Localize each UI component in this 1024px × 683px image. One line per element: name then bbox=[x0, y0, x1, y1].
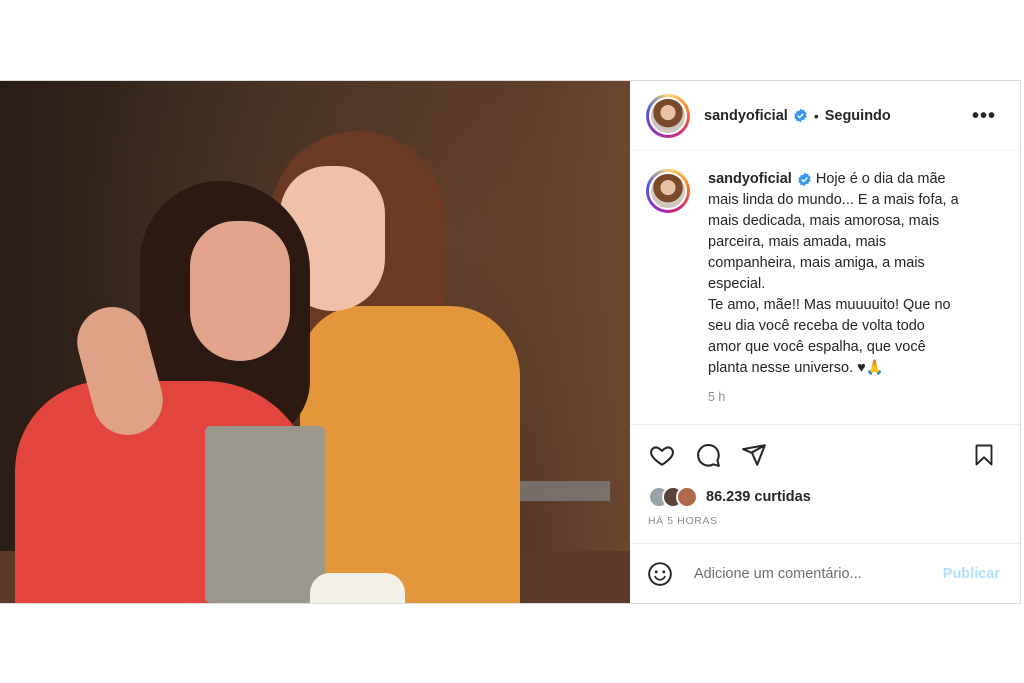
comment-input[interactable] bbox=[692, 564, 943, 583]
liker-avatar[interactable] bbox=[676, 486, 698, 508]
gift-bag bbox=[205, 426, 325, 603]
comment-bar: Publicar bbox=[630, 543, 1020, 603]
post-age: HÁ 5 HORAS bbox=[648, 515, 718, 527]
likes-count[interactable]: 86.239 curtidas bbox=[706, 489, 811, 505]
caption-avatar[interactable] bbox=[649, 172, 687, 210]
share-icon[interactable] bbox=[740, 441, 768, 469]
caption-line: mais dedicada, mais amorosa, mais bbox=[708, 213, 940, 229]
caption-line: especial. bbox=[708, 276, 766, 292]
verified-badge-icon bbox=[793, 108, 808, 123]
caption-line: planta nesse universo. ♥🙏 bbox=[708, 360, 884, 376]
caption-username[interactable]: sandyoficial bbox=[708, 171, 792, 187]
caption-line: mais linda do mundo... E a mais fofa, a bbox=[708, 192, 959, 208]
caption-line: companheira, mais amiga, a mais bbox=[708, 255, 925, 271]
header-separator: • bbox=[813, 107, 819, 124]
more-options-icon[interactable]: ••• bbox=[972, 106, 1004, 126]
heart-icon[interactable] bbox=[648, 441, 676, 469]
post-sidebar: sandyoficial • Seguindo ••• sandyoficial… bbox=[630, 81, 1020, 603]
post-header: sandyoficial • Seguindo ••• bbox=[630, 81, 1020, 151]
caption-line: Te amo, mãe!! Mas muuuuito! Que no bbox=[708, 297, 951, 313]
person-left-face bbox=[190, 221, 290, 361]
caption-area: sandyoficial Hoje é o dia da mãe mais li… bbox=[630, 151, 1020, 425]
caption-line-text: Hoje é o dia da mãe bbox=[815, 171, 946, 187]
likes-row: 86.239 curtidas bbox=[630, 485, 1020, 509]
author-username[interactable]: sandyoficial bbox=[704, 108, 788, 124]
caption-text: sandyoficial Hoje é o dia da mãe mais li… bbox=[708, 169, 959, 408]
bookmark-icon[interactable] bbox=[970, 441, 998, 469]
instagram-post: sandyoficial • Seguindo ••• sandyoficial… bbox=[0, 80, 1021, 604]
emoji-icon[interactable] bbox=[646, 560, 674, 588]
caption-avatar-ring[interactable] bbox=[646, 169, 690, 213]
action-bar bbox=[630, 425, 1020, 485]
comment-icon[interactable] bbox=[694, 441, 722, 469]
author-avatar[interactable] bbox=[649, 96, 687, 135]
author-avatar-ring[interactable] bbox=[646, 93, 690, 138]
flower bbox=[310, 573, 405, 603]
caption-line: seu dia você receba de volta todo bbox=[708, 318, 925, 334]
publish-button[interactable]: Publicar bbox=[943, 566, 1000, 582]
person-right-dress bbox=[300, 306, 520, 603]
caption-line: amor que você espalha, que você bbox=[708, 339, 926, 355]
caption-line: parceira, mais amada, mais bbox=[708, 234, 887, 250]
verified-badge-icon bbox=[797, 172, 812, 187]
post-photo[interactable] bbox=[0, 81, 630, 603]
caption-timestamp[interactable]: 5 h bbox=[708, 387, 959, 408]
following-button[interactable]: Seguindo bbox=[825, 108, 891, 124]
caption-line-1: sandyoficial Hoje é o dia da mãe bbox=[708, 169, 959, 190]
